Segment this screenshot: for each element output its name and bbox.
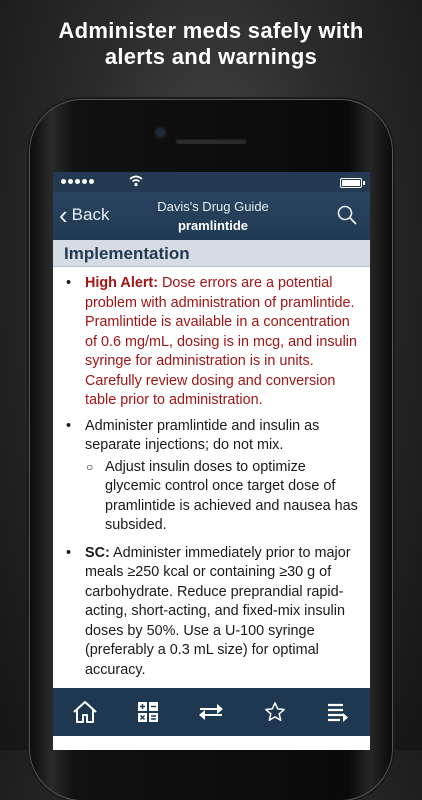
tab-list[interactable]: [318, 692, 358, 732]
promo-line-1: Administer meds safely with: [58, 18, 364, 43]
wifi-icon: [129, 175, 143, 187]
bullet-ring: ○: [86, 459, 94, 474]
back-label: Back: [71, 205, 110, 224]
sub-list-item: ○ Adjust insulin doses to optimize glyce…: [53, 458, 370, 536]
home-icon: [73, 701, 97, 723]
sc-text: Administer immediately prior to major me…: [85, 544, 351, 678]
back-button[interactable]: ‹ Back: [59, 200, 110, 230]
calculator-icon: [138, 702, 159, 722]
chevron-left-icon: ‹: [59, 200, 68, 230]
sc-label: SC:: [85, 544, 110, 561]
administer-text: Administer pramlintide and insulin as se…: [85, 417, 320, 454]
list-item: • SC: Administer immediately prior to ma…: [53, 544, 370, 681]
tab-favorites[interactable]: [255, 692, 295, 732]
tab-interactions[interactable]: [191, 692, 231, 732]
tab-home[interactable]: [65, 692, 105, 732]
camera-icon: [156, 128, 165, 137]
speaker-grille: [175, 138, 247, 144]
section-header: Implementation: [53, 240, 370, 267]
nav-title: Davis's Drug Guide: [157, 199, 269, 214]
swap-icon: [199, 704, 224, 720]
bullet-dot: •: [66, 544, 72, 561]
list-icon: [328, 703, 349, 722]
bullet-dot: •: [66, 275, 72, 291]
monograph-content[interactable]: • High Alert: Dose errors are a potentia…: [53, 268, 370, 688]
signal-icon: [61, 179, 94, 184]
battery-icon: [340, 178, 365, 188]
tab-bar: [53, 688, 370, 736]
promo-line-2: alerts and warnings: [104, 44, 318, 69]
bullet-dot: •: [66, 417, 72, 434]
star-icon: [264, 702, 285, 721]
high-alert-text: Dose errors are a potential problem with…: [85, 275, 357, 408]
search-icon[interactable]: [336, 204, 358, 226]
navigation-bar: ‹ Back Davis's Drug Guide pramlintide: [53, 192, 370, 240]
promo-headline: Administer meds safely with alerts and w…: [0, 18, 422, 70]
nav-subtitle: pramlintide: [177, 218, 249, 233]
adjust-insulin-text: Adjust insulin doses to optimize glycemi…: [105, 458, 358, 534]
app-screen: ‹ Back Davis's Drug Guide pramlintide Im…: [53, 172, 370, 750]
high-alert-label: High Alert:: [85, 275, 159, 291]
status-bar: [53, 172, 370, 192]
list-item: • High Alert: Dose errors are a potentia…: [53, 274, 370, 411]
list-item: • Administer pramlintide and insulin as …: [53, 417, 370, 456]
tab-calculator[interactable]: [128, 692, 168, 732]
